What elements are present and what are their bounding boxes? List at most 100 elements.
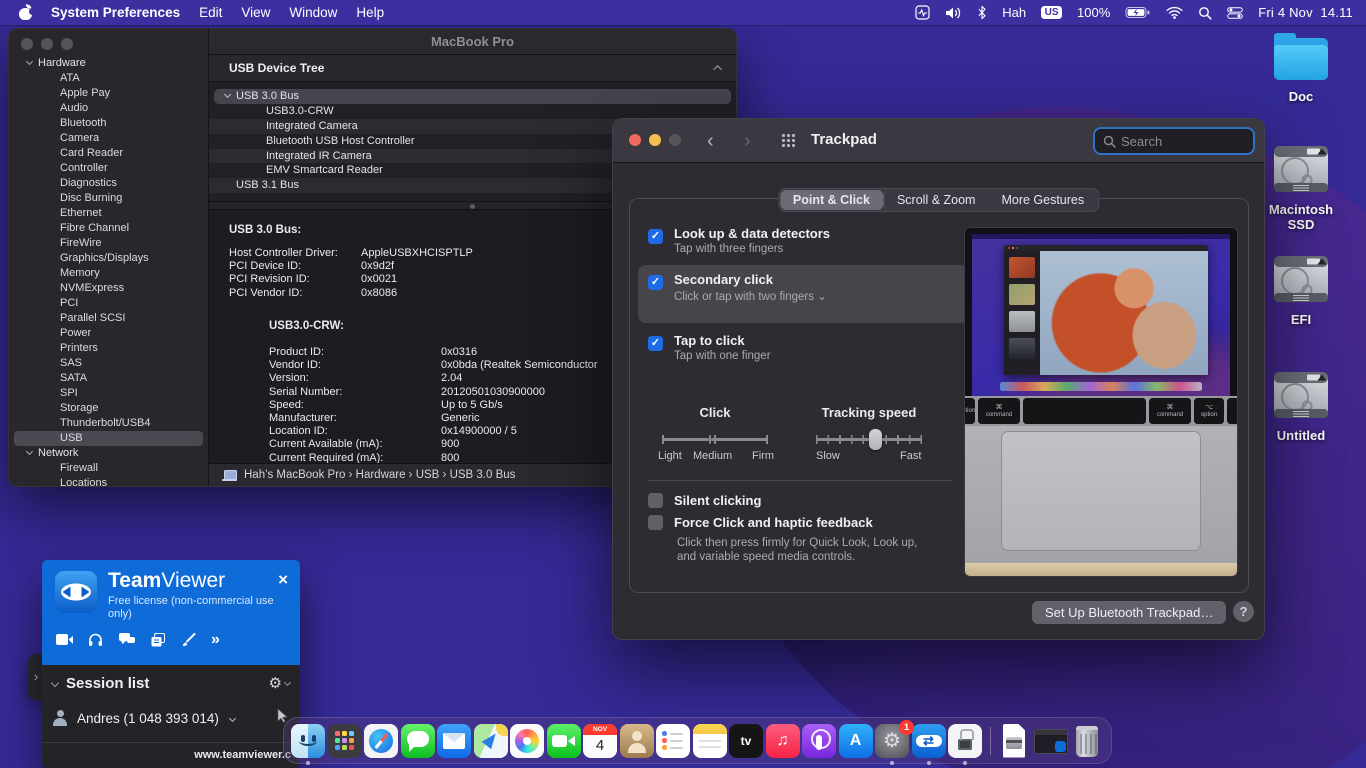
sidebar-item[interactable]: Audio [9, 101, 208, 116]
dock-item-system-information[interactable] [948, 724, 982, 758]
close-icon[interactable]: × [278, 570, 288, 590]
gesture-option[interactable]: Look up & data detectors Tap with three … [638, 219, 968, 262]
checkbox[interactable] [648, 229, 663, 244]
close-button[interactable] [629, 134, 641, 146]
input-source-badge[interactable]: US [1041, 6, 1062, 19]
session-list-item[interactable]: Andres (1 048 393 014) [42, 702, 300, 734]
wifi-icon[interactable] [1166, 6, 1183, 19]
bluetooth-icon[interactable] [977, 5, 987, 20]
option-sublabel[interactable]: Tap with one finger [674, 350, 771, 362]
tree-row[interactable]: USB 3.0 Bus [214, 89, 731, 104]
sidebar-item[interactable]: Disc Burning [9, 191, 208, 206]
tab[interactable]: Scroll & Zoom [883, 190, 989, 210]
sidebar-item[interactable]: FireWire [9, 236, 208, 251]
spotlight-search-icon[interactable] [1198, 6, 1212, 20]
dock-item-facetime[interactable] [547, 724, 581, 758]
sidebar-item[interactable]: Printers [9, 341, 208, 356]
checkbox[interactable] [648, 515, 663, 530]
desktop-icon-macintosh-ssd[interactable]: Macintosh SSD [1254, 143, 1348, 234]
sidebar-item[interactable]: Controller [9, 161, 208, 176]
sidebar-item[interactable]: SATA [9, 371, 208, 386]
chat-icon[interactable] [118, 632, 135, 647]
tab[interactable]: More Gestures [988, 190, 1097, 210]
tracking-slider-thumb[interactable] [869, 429, 882, 450]
tab[interactable]: Point & Click [780, 190, 883, 210]
gesture-option[interactable]: Tap to click Tap with one finger [638, 326, 968, 369]
back-button[interactable]: ‹ [707, 130, 714, 153]
sidebar-item[interactable]: ATA [9, 71, 208, 86]
sidebar-item[interactable]: Parallel SCSI [9, 311, 208, 326]
dock-item-finder[interactable] [291, 724, 325, 758]
teamviewer-status-icon[interactable] [915, 5, 930, 20]
minimize-button[interactable] [649, 134, 661, 146]
zoom-button[interactable] [669, 134, 681, 146]
option-sublabel[interactable]: Click or tap with two fingers ⌄ [674, 289, 827, 303]
dock-item-maps[interactable] [474, 724, 508, 758]
headset-icon[interactable] [87, 632, 104, 647]
dock-item-appstore[interactable]: A [839, 724, 873, 758]
collapse-icon[interactable] [713, 65, 721, 73]
file-transfer-icon[interactable] [149, 632, 166, 647]
trackpad-demo-video[interactable]: option ⌘command ⌘command ⌥option [964, 227, 1238, 577]
volume-icon[interactable] [945, 6, 962, 20]
teamviewer-url[interactable]: www.teamviewer.c [42, 742, 300, 768]
option-sublabel[interactable]: Tap with three fingers [674, 243, 830, 255]
sidebar-item[interactable]: Ethernet [9, 206, 208, 221]
more-actions-icon[interactable]: » [211, 632, 220, 647]
click-slider-thumb[interactable] [709, 435, 711, 444]
forward-button[interactable]: › [744, 130, 751, 153]
sidebar-item[interactable]: USB [14, 431, 203, 446]
sidebar-item[interactable]: Fibre Channel [9, 221, 208, 236]
tree-row[interactable]: USB3.0-CRW [209, 104, 736, 119]
dock-item-disk-image[interactable] [997, 724, 1031, 758]
dock-item-mail[interactable] [437, 724, 471, 758]
sidebar-item[interactable]: Locations [9, 476, 208, 487]
show-all-icon[interactable] [781, 133, 797, 149]
dock-separator[interactable] [985, 724, 995, 758]
tracking-speed-slider[interactable] [816, 438, 922, 441]
sidebar-item[interactable]: PCI [9, 296, 208, 311]
dock-item-messages[interactable] [401, 724, 435, 758]
search-field[interactable] [1093, 127, 1255, 155]
menubar-clock[interactable]: Fri 4 Nov 14.11 [1258, 5, 1353, 20]
dock-item-reminders[interactable] [656, 724, 690, 758]
search-input[interactable] [1121, 134, 1231, 149]
sidebar-item[interactable]: Bluetooth [9, 116, 208, 131]
section-header[interactable]: USB Device Tree [209, 55, 736, 82]
silent-clicking-option[interactable]: Silent clicking [648, 493, 761, 508]
sidebar-item[interactable]: NVMExpress [9, 281, 208, 296]
dock-item-podcasts[interactable] [802, 724, 836, 758]
sidebar-item[interactable]: Storage [9, 401, 208, 416]
sidebar-item[interactable]: SAS [9, 356, 208, 371]
menu-item[interactable]: View [241, 5, 270, 20]
dock-item-music[interactable]: ♫ [766, 724, 800, 758]
sidebar-item[interactable]: Graphics/Displays [9, 251, 208, 266]
gesture-option[interactable]: Secondary click Click or tap with two fi… [638, 265, 968, 323]
menu-item[interactable]: Help [356, 5, 384, 20]
whiteboard-brush-icon[interactable] [180, 632, 197, 647]
sidebar-item[interactable]: Thunderbolt/USB4 [9, 416, 208, 431]
menu-item[interactable]: System Preferences [51, 5, 180, 20]
dock-item-notes[interactable] [693, 724, 727, 758]
dock-item-tv[interactable]: tv [729, 724, 763, 758]
menubar-user-label[interactable]: Hah [1002, 5, 1026, 20]
dock-item-calendar[interactable]: NOV 4 [583, 724, 617, 758]
sidebar-item[interactable]: Power [9, 326, 208, 341]
dock-item-minimized-window[interactable] [1034, 724, 1068, 758]
sidebar-item[interactable]: Hardware [9, 56, 208, 71]
dock-item-launchpad[interactable] [328, 724, 362, 758]
sidebar-item[interactable]: Card Reader [9, 146, 208, 161]
dock-item-photos[interactable] [510, 724, 544, 758]
battery-charging-icon[interactable] [1125, 6, 1151, 19]
dock-item-trash[interactable] [1070, 724, 1104, 758]
sidebar-item[interactable]: Memory [9, 266, 208, 281]
desktop-icon-untitled[interactable]: Untitled [1254, 369, 1348, 445]
control-center-icon[interactable] [1227, 7, 1243, 19]
sidebar-item[interactable]: Apple Pay [9, 86, 208, 101]
apple-menu-icon[interactable] [19, 5, 32, 20]
desktop-icon-doc[interactable]: Doc [1254, 30, 1348, 106]
desktop-icon-efi[interactable]: EFI [1254, 253, 1348, 329]
checkbox[interactable] [648, 275, 663, 290]
session-settings-gear[interactable]: ⚙ [269, 674, 290, 692]
checkbox[interactable] [648, 493, 663, 508]
